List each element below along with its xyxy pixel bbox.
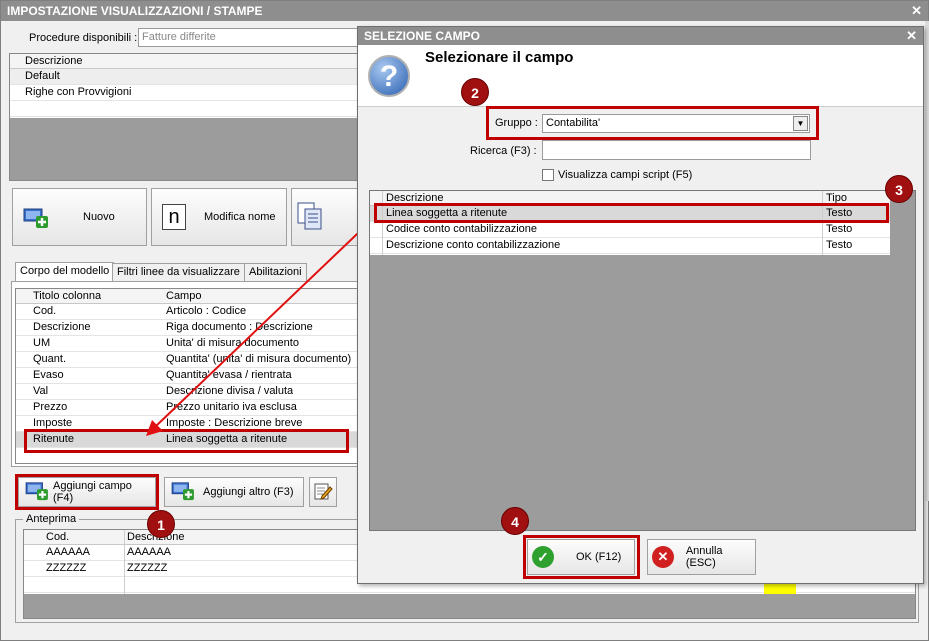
dialog-titlebar: SELEZIONE CAMPO ✕: [358, 27, 923, 45]
cancel-icon: ✕: [652, 546, 674, 568]
ricerca-label: Ricerca (F3) :: [470, 145, 537, 157]
dialog-title: SELEZIONE CAMPO: [364, 29, 481, 43]
dialog-heading: Selezionare il campo: [425, 49, 574, 66]
campo-tipo: Testo: [826, 239, 853, 251]
callout-box-gruppo: [486, 106, 819, 140]
callout-1: 1: [147, 510, 175, 538]
callout-4: 4: [501, 507, 529, 535]
help-icon: ?: [368, 55, 410, 97]
campi-rowheader-divider: [382, 191, 383, 255]
visualizza-script-checkbox[interactable]: [542, 169, 554, 181]
ricerca-input[interactable]: [542, 140, 811, 160]
campi-grid: Descrizione Tipo Linea soggetta a ritenu…: [369, 190, 916, 531]
selezione-campo-dialog: SELEZIONE CAMPO ✕ ? Selezionare il campo…: [357, 26, 924, 584]
dialog-close-icon[interactable]: ✕: [906, 28, 917, 44]
callout-box-ok: [523, 535, 640, 579]
callout-2: 2: [461, 78, 489, 106]
campi-column-divider: [822, 191, 823, 255]
campo-tipo: Testo: [826, 223, 853, 235]
campi-grid-body: Descrizione Tipo Linea soggetta a ritenu…: [370, 191, 890, 255]
callout-box-linea: [374, 203, 889, 223]
campi-row[interactable]: Descrizione conto contabilizzazione Testo: [370, 238, 890, 254]
campi-row[interactable]: Codice conto contabilizzazione Testo: [370, 222, 890, 238]
annulla-button[interactable]: ✕ Annulla (ESC): [647, 539, 756, 575]
campo-descrizione: Codice conto contabilizzazione: [386, 223, 538, 235]
checkbox-label: Visualizza campi script (F5): [558, 169, 693, 181]
campo-descrizione: Descrizione conto contabilizzazione: [386, 239, 561, 251]
annulla-label: Annulla (ESC): [685, 545, 723, 569]
callout-3: 3: [885, 175, 913, 203]
